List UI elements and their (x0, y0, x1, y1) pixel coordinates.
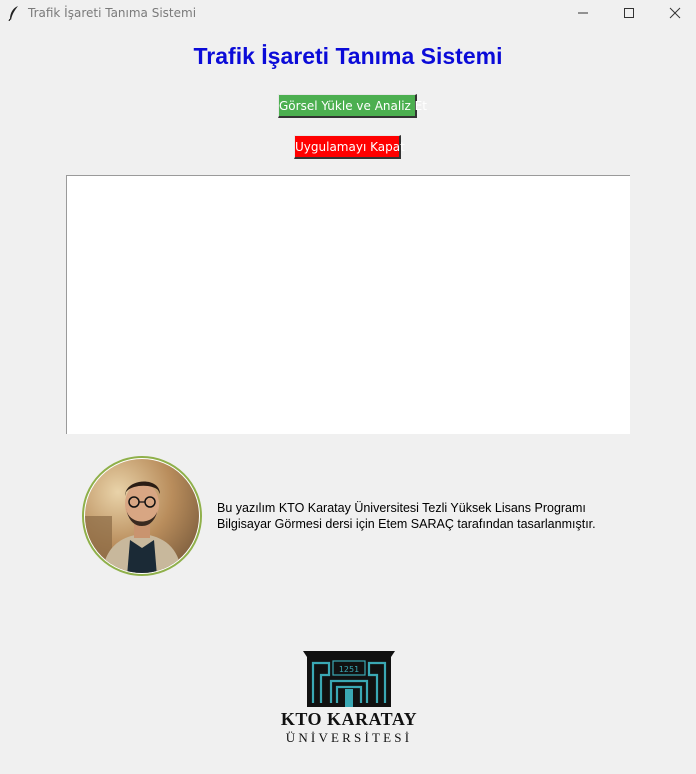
logo-name-line-1: KTO KARATAY (280, 709, 418, 729)
author-avatar (82, 456, 202, 576)
page-title: Trafik İşareti Tanıma Sistemi (193, 43, 503, 69)
minimize-icon (578, 12, 588, 14)
upload-analyze-button[interactable]: Görsel Yükle ve Analiz Et (278, 94, 427, 118)
window-title: Trafik İşareti Tanıma Sistemi (28, 6, 197, 20)
close-window-button[interactable] (652, 0, 696, 26)
maximize-icon (624, 8, 634, 18)
image-display-panel (66, 175, 630, 434)
title-bar: Trafik İşareti Tanıma Sistemi (0, 0, 696, 26)
minimize-button[interactable] (560, 0, 606, 26)
logo-name-line-2: ÜNİVERSİTESİ (285, 730, 413, 745)
logo-badge-text: 1251 (339, 665, 359, 674)
university-logo: 1251 KTO KARATAY ÜNİVERSİTESİ (273, 645, 425, 749)
credit-line-1: Bu yazılım KTO Karatay Üniversitesi Tezl… (217, 501, 586, 515)
credit-text: Bu yazılım KTO Karatay Üniversitesi Tezl… (217, 500, 596, 532)
close-icon (669, 7, 681, 19)
close-app-button[interactable]: Uygulamayı Kapat (294, 135, 405, 159)
university-emblem-icon: 1251 (303, 651, 395, 707)
maximize-button[interactable] (606, 0, 652, 26)
feather-icon (8, 6, 18, 21)
credit-line-2: Bilgisayar Görmesi dersi için Etem SARAÇ… (217, 517, 596, 531)
